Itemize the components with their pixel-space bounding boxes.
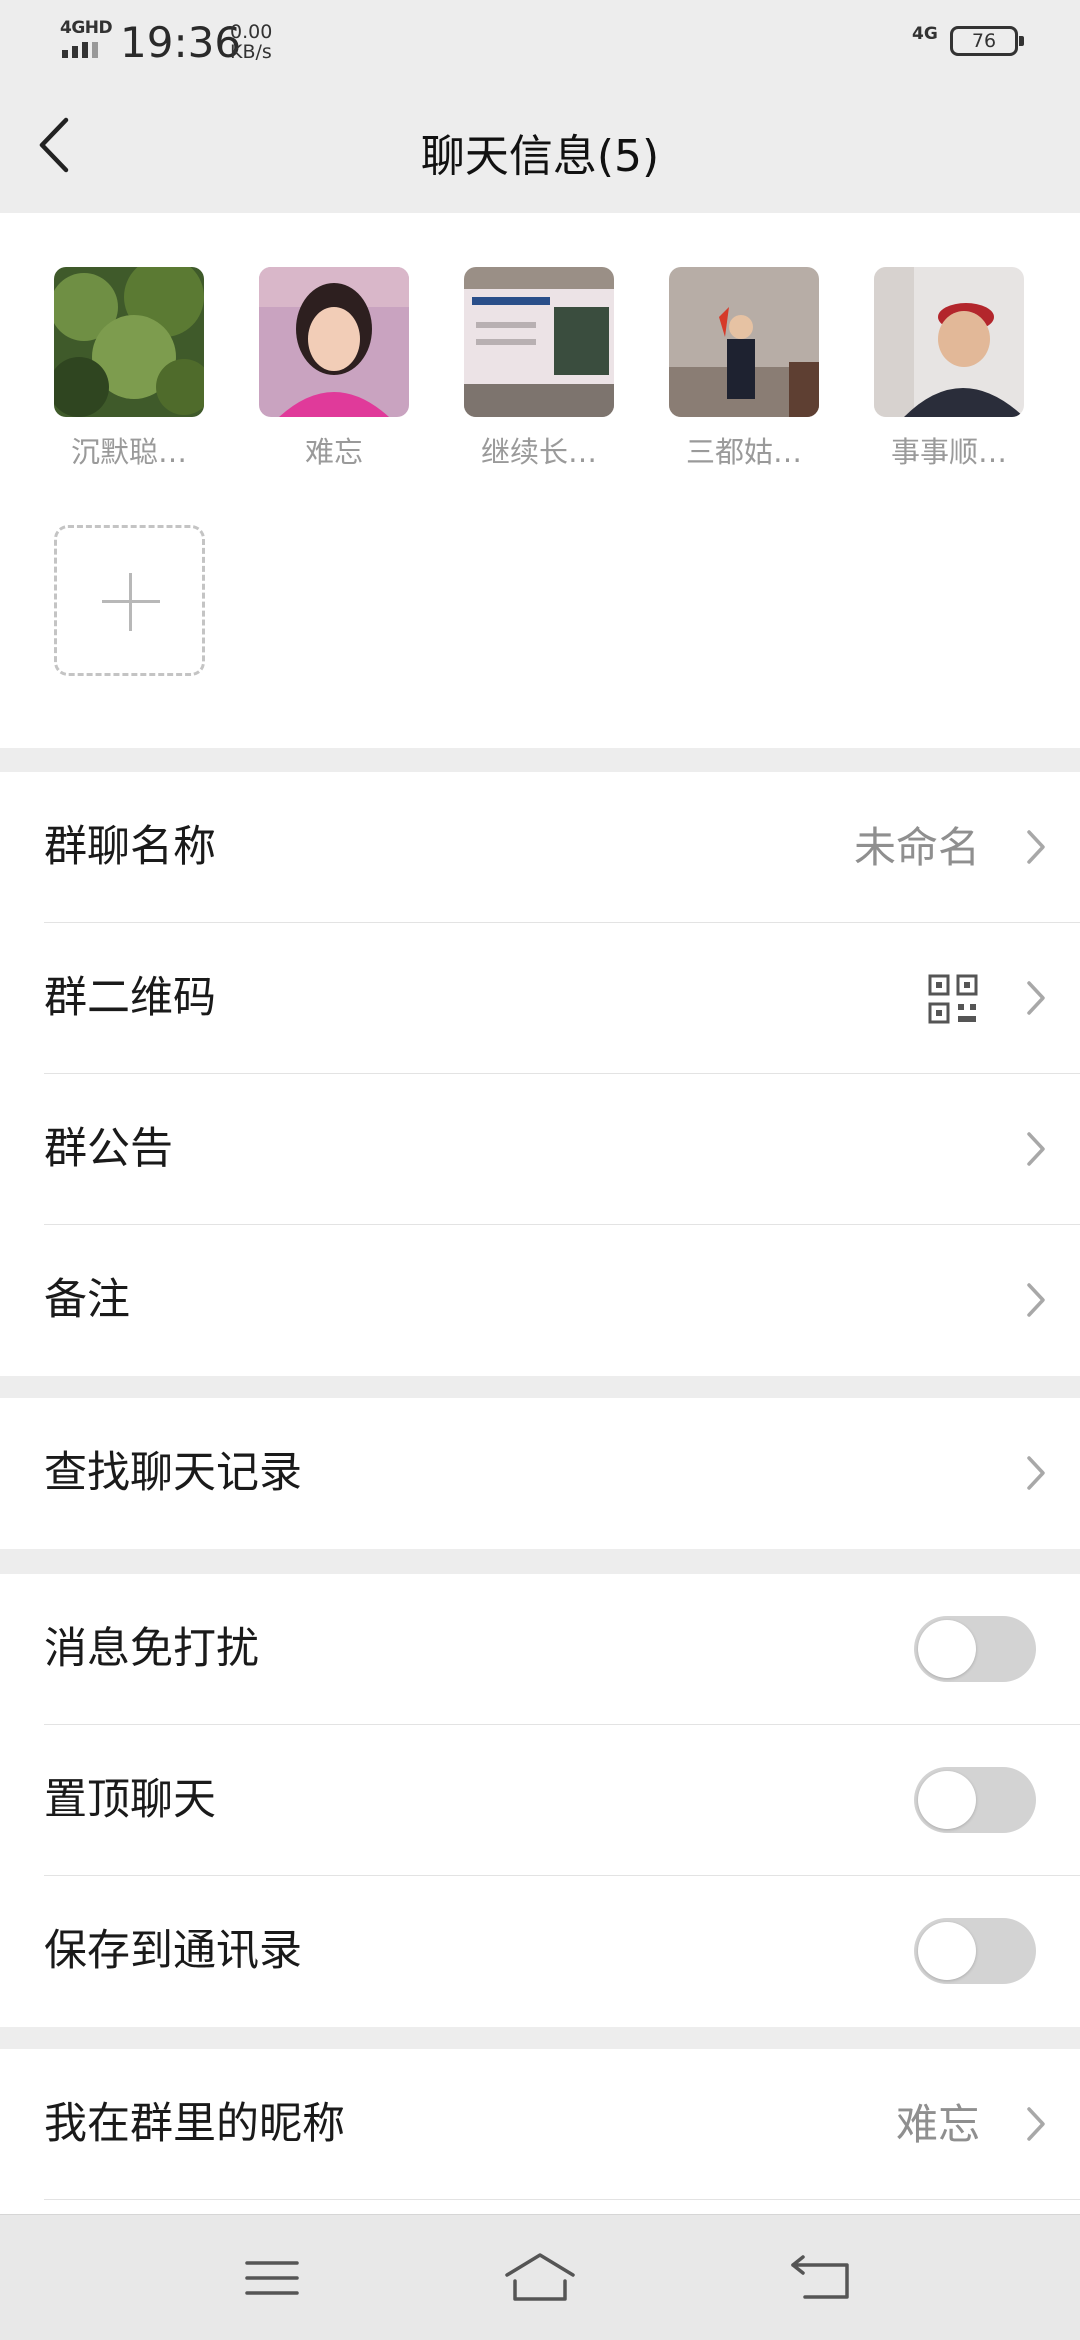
battery-icon: 76 — [950, 26, 1024, 56]
member-grid: 沉默聪… 难忘 继续长… 三都姑… 事事顺… — [0, 213, 1080, 748]
mute-label: 消息免打扰 — [44, 1624, 259, 1674]
back-nav-button[interactable] — [779, 2243, 869, 2313]
status-bar: 4GHD 19:36 0.00 KB/s 4G 76 — [0, 0, 1080, 82]
group-announcement-row[interactable]: 群公告 — [0, 1074, 1080, 1225]
save-contacts-row: 保存到通讯录 — [0, 1876, 1080, 2027]
divider — [44, 2199, 1080, 2200]
back-icon — [791, 2255, 849, 2299]
pin-chat-label: 置顶聊天 — [44, 1775, 216, 1825]
save-contacts-toggle[interactable] — [914, 1918, 1036, 1984]
network-type-label: 4GHD — [60, 18, 113, 38]
member-name: 沉默聪… — [70, 435, 187, 469]
chevron-right-icon — [1027, 1456, 1045, 1490]
group-qr-label: 群二维码 — [44, 973, 216, 1023]
toggle-knob — [918, 1620, 976, 1678]
group-settings-section: 群聊名称 未命名 群二维码 群公告 备注 — [0, 772, 1080, 1376]
toggle-knob — [918, 1771, 976, 1829]
toggle-section: 消息免打扰 置顶聊天 保存到通讯录 — [0, 1574, 1080, 2027]
chevron-right-icon — [1027, 2107, 1045, 2141]
network-speed-unit: KB/s — [230, 41, 272, 63]
avatar — [54, 267, 204, 417]
group-announcement-label: 群公告 — [44, 1124, 173, 1174]
my-nickname-row[interactable]: 我在群里的昵称 难忘 — [0, 2049, 1080, 2200]
menu-icon — [245, 2261, 299, 2295]
my-nickname-label: 我在群里的昵称 — [44, 2099, 345, 2149]
member-item[interactable]: 继续长… — [464, 267, 614, 471]
page-title: 聊天信息(5) — [420, 131, 660, 182]
member-item[interactable]: 事事顺… — [874, 267, 1024, 471]
search-history-label: 查找聊天记录 — [44, 1448, 302, 1498]
title-bar: 聊天信息(5) — [0, 82, 1080, 212]
mobile-data-indicator: 4G — [912, 24, 938, 44]
search-section: 查找聊天记录 — [0, 1398, 1080, 1549]
member-name: 事事顺… — [890, 435, 1007, 469]
menu-button[interactable] — [227, 2243, 317, 2313]
member-name: 三都姑… — [685, 435, 802, 469]
member-name: 难忘 — [304, 435, 363, 469]
member-item[interactable]: 三都姑… — [669, 267, 819, 471]
chevron-right-icon — [1027, 830, 1045, 864]
battery-level: 76 — [971, 30, 997, 52]
avatar — [874, 267, 1024, 417]
qr-code-icon — [928, 974, 978, 1024]
save-contacts-label: 保存到通讯录 — [44, 1926, 302, 1976]
avatar — [464, 267, 614, 417]
mute-toggle[interactable] — [914, 1616, 1036, 1682]
member-item[interactable]: 沉默聪… — [54, 267, 204, 471]
toggle-knob — [918, 1922, 976, 1980]
nickname-section: 我在群里的昵称 难忘 — [0, 2049, 1080, 2214]
pin-chat-toggle[interactable] — [914, 1767, 1036, 1833]
network-speed-value: 0.00 — [230, 21, 273, 43]
group-name-row[interactable]: 群聊名称 未命名 — [0, 772, 1080, 923]
group-name-value: 未命名 — [853, 823, 980, 872]
search-history-row[interactable]: 查找聊天记录 — [0, 1398, 1080, 1549]
signal-bars-icon — [62, 42, 98, 58]
group-name-label: 群聊名称 — [44, 822, 216, 872]
add-member-button[interactable] — [54, 525, 205, 676]
pin-chat-row: 置顶聊天 — [0, 1725, 1080, 1876]
avatar — [259, 267, 409, 417]
my-nickname-value: 难忘 — [895, 2100, 980, 2149]
home-button[interactable] — [495, 2243, 585, 2313]
chevron-right-icon — [1027, 1132, 1045, 1166]
signal-indicator: 4GHD — [58, 18, 113, 62]
system-nav-bar — [0, 2214, 1080, 2340]
avatar — [669, 267, 819, 417]
member-name: 继续长… — [480, 435, 597, 469]
chevron-right-icon — [1027, 1283, 1045, 1317]
clock: 19:36 — [120, 18, 242, 67]
member-item[interactable]: 难忘 — [259, 267, 409, 471]
remark-row[interactable]: 备注 — [0, 1225, 1080, 1376]
group-qr-row[interactable]: 群二维码 — [0, 923, 1080, 1074]
network-speed: 0.00 KB/s — [230, 22, 272, 62]
chevron-right-icon — [1027, 981, 1045, 1015]
chat-info-screen: 4GHD 19:36 0.00 KB/s 4G 76 聊天信息(5) 沉默聪… … — [0, 0, 1080, 2340]
mute-row: 消息免打扰 — [0, 1574, 1080, 1725]
home-icon — [505, 2253, 575, 2301]
remark-label: 备注 — [44, 1275, 130, 1325]
